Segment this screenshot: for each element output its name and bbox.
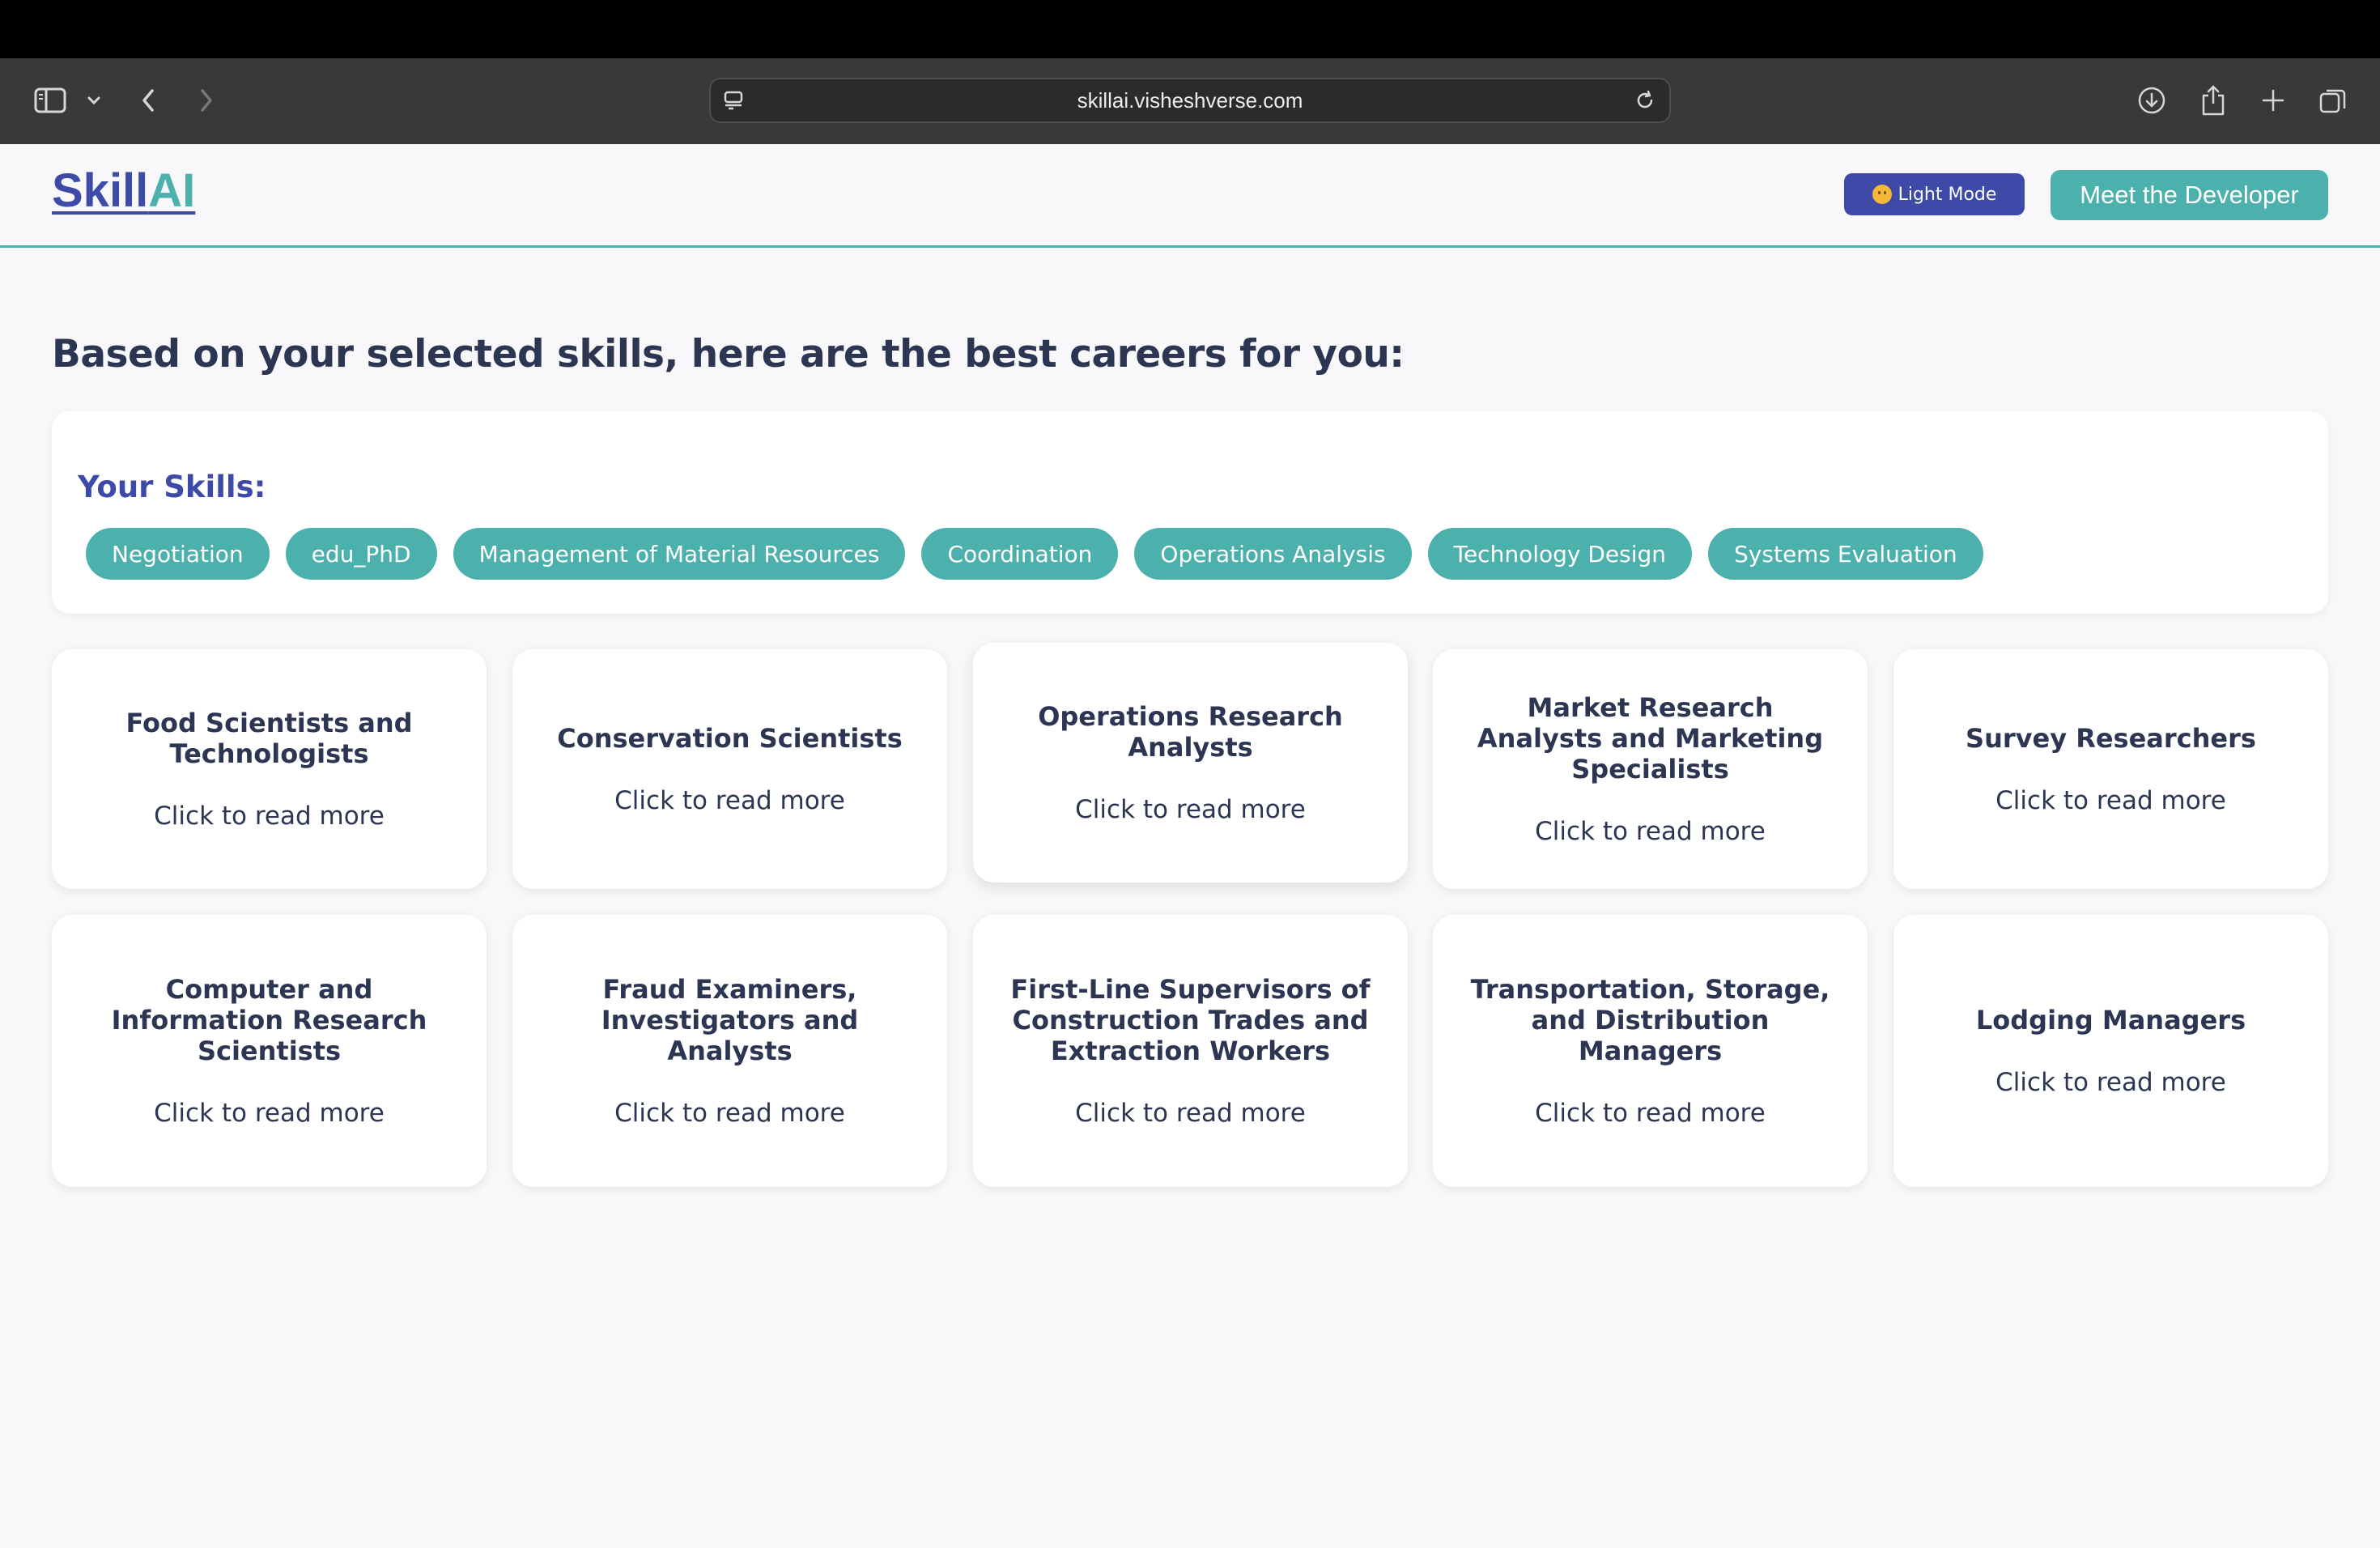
page-title: Based on your selected skills, here are … (52, 332, 1405, 376)
career-card[interactable]: Survey Researchers Click to read more (1893, 649, 2328, 889)
career-title: Operations Research Analysts (1038, 701, 1343, 763)
screen-top-bar (0, 0, 2380, 58)
url-text[interactable]: skillai.visheshverse.com (711, 79, 1669, 121)
share-icon[interactable] (2197, 81, 2229, 120)
chevron-down-icon[interactable] (84, 81, 104, 120)
skill-chip: Negotiation (86, 528, 270, 580)
career-title: Transportation, Storage, and Distributio… (1470, 974, 1830, 1066)
forward-icon[interactable] (193, 81, 220, 120)
career-title: Conservation Scientists (557, 723, 903, 754)
meet-developer-button[interactable]: Meet the Developer (2051, 170, 2328, 220)
career-card[interactable]: First-Line Supervisors of Construction T… (973, 915, 1408, 1187)
sidebar-icon[interactable] (32, 81, 68, 120)
career-card[interactable]: Market Research Analysts and Marketing S… (1433, 649, 1868, 889)
career-title: Lodging Managers (1975, 1005, 2246, 1036)
skill-chip: Systems Evaluation (1708, 528, 1983, 580)
reload-icon[interactable] (1634, 89, 1656, 115)
skill-chip: Technology Design (1427, 528, 1693, 580)
back-icon[interactable] (134, 81, 162, 120)
career-card[interactable]: Conservation Scientists Click to read mo… (512, 649, 947, 889)
address-bar[interactable]: skillai.visheshverse.com (709, 78, 1671, 123)
logo-text-ai[interactable]: AI (148, 164, 195, 217)
logo[interactable]: SkillAI (52, 164, 195, 218)
skill-chip: Management of Material Resources (453, 528, 906, 580)
skill-chips: Negotiation edu_PhD Management of Materi… (86, 528, 1983, 580)
read-more-link[interactable]: Click to read more (1535, 817, 1766, 846)
read-more-link[interactable]: Click to read more (1075, 1099, 1306, 1128)
skills-panel: Your Skills: Negotiation edu_PhD Managem… (52, 411, 2328, 614)
career-title: Computer and Information Research Scient… (111, 974, 427, 1066)
skill-chip: Operations Analysis (1134, 528, 1412, 580)
read-more-link[interactable]: Click to read more (614, 1099, 845, 1128)
read-more-link[interactable]: Click to read more (1075, 795, 1306, 824)
download-icon[interactable] (2136, 81, 2168, 120)
read-more-link[interactable]: Click to read more (1535, 1099, 1766, 1128)
career-card[interactable]: Food Scientists and Technologists Click … (52, 649, 487, 889)
skill-chip: Coordination (921, 528, 1119, 580)
career-title: Survey Researchers (1966, 723, 2256, 754)
career-title: Food Scientists and Technologists (125, 708, 413, 769)
career-title: Market Research Analysts and Marketing S… (1477, 692, 1824, 785)
career-card[interactable]: Computer and Information Research Scient… (52, 915, 487, 1187)
light-mode-toggle[interactable]: Light Mode (1844, 173, 2025, 215)
new-tab-icon[interactable] (2257, 81, 2289, 120)
app-header: SkillAI Light Mode Meet the Developer (0, 144, 2380, 248)
career-card[interactable]: Lodging Managers Click to read more (1893, 915, 2328, 1187)
read-more-link[interactable]: Click to read more (1995, 1068, 2226, 1097)
career-card[interactable]: Transportation, Storage, and Distributio… (1433, 915, 1868, 1187)
career-title: Fraud Examiners, Investigators and Analy… (601, 974, 859, 1066)
career-title: First-Line Supervisors of Construction T… (1010, 974, 1371, 1066)
skill-chip: edu_PhD (285, 528, 437, 580)
read-more-link[interactable]: Click to read more (154, 1099, 385, 1128)
skills-title: Your Skills: (78, 470, 266, 504)
read-more-link[interactable]: Click to read more (1995, 786, 2226, 815)
career-card[interactable]: Fraud Examiners, Investigators and Analy… (512, 915, 947, 1187)
tab-overview-icon[interactable] (2317, 81, 2349, 120)
read-more-link[interactable]: Click to read more (154, 802, 385, 831)
read-more-link[interactable]: Click to read more (614, 786, 845, 815)
sun-face-icon (1872, 185, 1892, 204)
career-card[interactable]: Operations Research Analysts Click to re… (973, 643, 1408, 882)
light-mode-label: Light Mode (1898, 184, 1997, 205)
logo-text-skill[interactable]: Skill (52, 164, 148, 217)
